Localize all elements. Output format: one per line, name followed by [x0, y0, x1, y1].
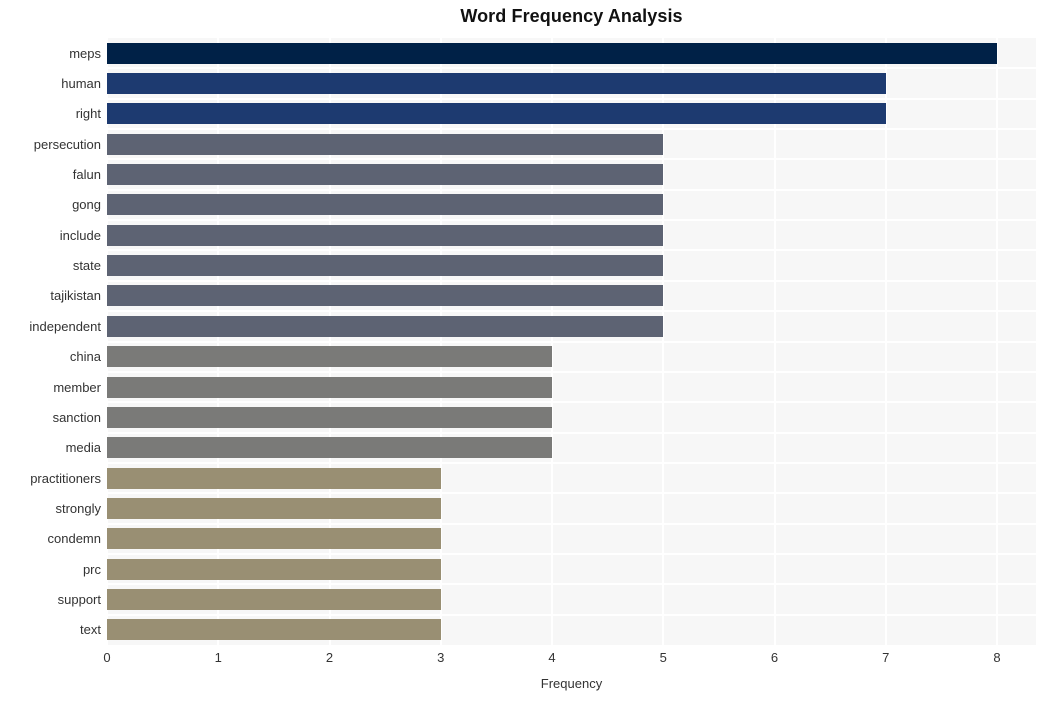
gridline-horizontal	[107, 219, 1036, 222]
bar	[107, 588, 441, 610]
bar	[107, 73, 886, 95]
gridline-horizontal	[107, 158, 1036, 161]
gridline-horizontal	[107, 522, 1036, 525]
y-tick-label: practitioners	[30, 470, 101, 486]
gridline-horizontal	[107, 401, 1036, 404]
gridline-vertical	[662, 38, 665, 645]
gridline-vertical	[217, 38, 220, 645]
x-tick-label: 1	[214, 650, 222, 665]
y-axis: meps human right persecution falun gong includ…	[0, 38, 101, 645]
bar	[107, 467, 441, 489]
chart-title: Word Frequency Analysis	[460, 6, 683, 26]
gridline-horizontal	[107, 370, 1036, 373]
gridline-vertical	[107, 38, 108, 645]
bar	[107, 406, 553, 428]
y-tick-label: independent	[29, 318, 101, 334]
gridline-horizontal	[107, 431, 1036, 434]
gridline-vertical	[996, 38, 999, 645]
gridline-vertical	[884, 38, 887, 645]
plot-area	[107, 38, 1036, 645]
gridline-horizontal	[107, 310, 1036, 313]
gridline-vertical	[551, 38, 554, 645]
x-axis: 0 1 2 3 4 5 6 7 8 Frequency	[103, 645, 1036, 701]
word-frequency-chart: Word Frequency Analysis meps human right pe…	[0, 0, 1046, 701]
bar	[107, 133, 664, 155]
x-tick-label: 5	[659, 650, 667, 665]
gridline-horizontal	[107, 340, 1036, 343]
y-tick-label: tajikistan	[50, 288, 101, 304]
bar	[107, 164, 664, 186]
gridline-horizontal	[107, 492, 1036, 495]
y-tick-label: china	[69, 349, 101, 365]
gridline-vertical	[439, 38, 442, 645]
gridline-horizontal	[107, 279, 1036, 282]
bar	[107, 194, 664, 216]
x-tick-label: 8	[993, 650, 1001, 665]
x-tick-label: 3	[437, 650, 445, 665]
bar	[107, 224, 664, 246]
x-tick-label: 2	[325, 650, 334, 665]
y-tick-label: media	[65, 440, 101, 456]
bar	[107, 376, 553, 398]
y-tick-label: prc	[82, 561, 101, 577]
gridline-vertical	[773, 38, 776, 645]
gridline-horizontal	[107, 552, 1036, 555]
y-tick-label: support	[57, 591, 101, 607]
bar	[107, 528, 441, 550]
bar	[107, 103, 886, 125]
x-tick-label: 0	[103, 650, 111, 665]
bar	[107, 315, 664, 337]
gridline-horizontal	[107, 583, 1036, 586]
bar	[107, 437, 553, 459]
bar	[107, 558, 441, 580]
gridline-horizontal	[107, 188, 1036, 191]
bar	[107, 497, 441, 519]
bar	[107, 619, 441, 641]
x-tick-label: 6	[770, 650, 779, 665]
x-tick-label: 7	[882, 650, 890, 665]
y-tick-label: meps	[69, 45, 101, 61]
y-tick-label: falun	[72, 167, 101, 183]
y-tick-label: human	[61, 76, 101, 92]
gridline-horizontal	[107, 249, 1036, 252]
y-tick-label: sanction	[52, 409, 101, 425]
bar	[107, 285, 664, 307]
gridline-vertical	[328, 38, 331, 645]
y-tick-label: include	[59, 227, 101, 243]
gridline-horizontal	[107, 613, 1036, 616]
y-tick-label: gong	[72, 197, 101, 213]
y-tick-label: right	[75, 106, 101, 122]
gridline-horizontal	[107, 67, 1036, 70]
gridline-horizontal	[107, 97, 1036, 100]
y-tick-label: strongly	[55, 500, 101, 516]
bar	[107, 255, 664, 277]
bar	[107, 346, 553, 368]
y-tick-label: state	[72, 258, 101, 274]
gridline-horizontal	[107, 128, 1036, 131]
y-tick-label: condemn	[47, 531, 101, 547]
x-axis-label: Frequency	[540, 676, 603, 691]
y-tick-label: text	[80, 622, 101, 638]
y-tick-label: persecution	[33, 136, 101, 152]
bar	[107, 42, 998, 64]
y-tick-label: member	[53, 379, 101, 395]
x-tick-label: 4	[548, 650, 556, 665]
gridline-horizontal	[107, 461, 1036, 464]
